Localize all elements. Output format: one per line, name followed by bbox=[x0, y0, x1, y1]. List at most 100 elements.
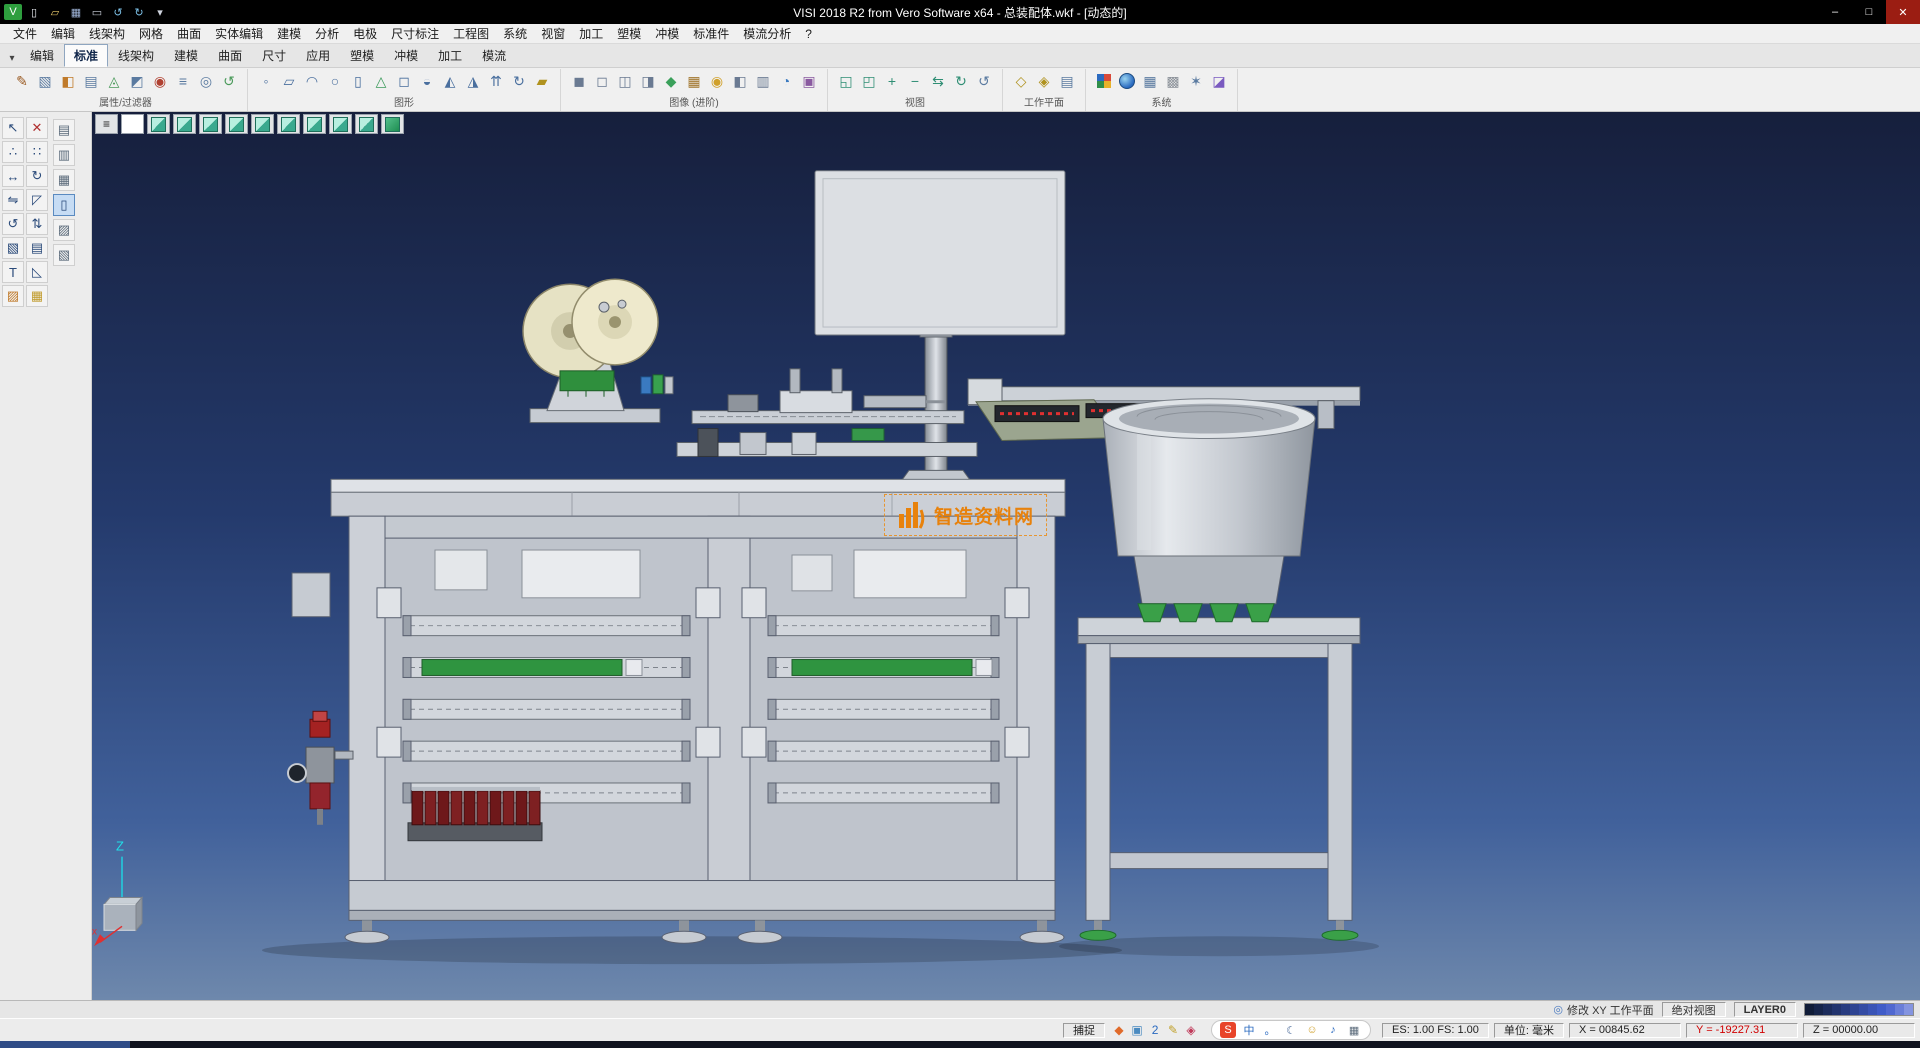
tab-modeling[interactable]: 建模 bbox=[164, 44, 208, 67]
ime-microphone-icon[interactable]: ♪ bbox=[1325, 1022, 1341, 1038]
left-view-cube-icon[interactable] bbox=[225, 114, 248, 134]
overlay-clip-icon[interactable]: ▧ bbox=[53, 244, 75, 266]
curvature-analysis-icon[interactable]: ◔ bbox=[776, 71, 796, 91]
revolve-entity-icon[interactable]: ↻ bbox=[509, 71, 529, 91]
menu-item-window[interactable]: 视窗 bbox=[534, 25, 572, 42]
hiddenline-render-icon[interactable]: ◫ bbox=[615, 71, 635, 91]
notes2-tray-icon[interactable]: 2 bbox=[1146, 1021, 1164, 1039]
point-entity-icon[interactable]: ◦ bbox=[256, 71, 276, 91]
layer-filter-icon[interactable]: ▤ bbox=[81, 71, 101, 91]
workplane-manager-icon[interactable]: ▤ bbox=[1057, 71, 1077, 91]
reset-filter-icon[interactable]: ↺ bbox=[219, 71, 239, 91]
mirror-icon[interactable]: ⇋ bbox=[2, 189, 24, 211]
menu-item-moldflow[interactable]: 模流分析 bbox=[736, 25, 798, 42]
menu-item-edit[interactable]: 编辑 bbox=[44, 25, 82, 42]
palette-icon[interactable]: ▨ bbox=[2, 285, 24, 307]
rotate-view-icon[interactable]: ↻ bbox=[951, 71, 971, 91]
tab-mold[interactable]: 塑模 bbox=[340, 44, 384, 67]
flame-tray-icon[interactable]: ◆ bbox=[1110, 1021, 1128, 1039]
template-icon[interactable]: ▦ bbox=[26, 285, 48, 307]
menu-item-die[interactable]: 冲模 bbox=[648, 25, 686, 42]
zoom-in-icon[interactable]: + bbox=[882, 71, 902, 91]
overlay-plane-icon[interactable]: ▤ bbox=[53, 119, 75, 141]
ime-keyboard-icon[interactable]: ▦ bbox=[1346, 1022, 1362, 1038]
menu-item-solid-edit[interactable]: 实体编辑 bbox=[208, 25, 270, 42]
section-icon[interactable]: ◧ bbox=[730, 71, 750, 91]
render-style-icon[interactable] bbox=[121, 114, 144, 134]
wedge-entity-icon[interactable]: ◮ bbox=[463, 71, 483, 91]
save-icon[interactable]: ▦ bbox=[67, 4, 85, 20]
dimetric-view-cube-icon[interactable] bbox=[329, 114, 352, 134]
prism-entity-icon[interactable]: ◭ bbox=[440, 71, 460, 91]
attribute-copy-icon[interactable]: ▧ bbox=[35, 71, 55, 91]
capture-image-icon[interactable]: ▣ bbox=[799, 71, 819, 91]
entity-filter-icon[interactable]: ◬ bbox=[104, 71, 124, 91]
menu-item-drawing[interactable]: 工程图 bbox=[446, 25, 496, 42]
cylinder-entity-icon[interactable]: ▯ bbox=[348, 71, 368, 91]
shaded-view-cube-icon[interactable] bbox=[381, 114, 404, 134]
undo-icon[interactable]: ↺ bbox=[109, 4, 127, 20]
menu-item-mesh[interactable]: 网格 bbox=[132, 25, 170, 42]
zebra-analysis-icon[interactable]: ▥ bbox=[753, 71, 773, 91]
menu-item-help[interactable]: ? bbox=[798, 27, 819, 41]
tab-overflow-arrow-icon[interactable]: ▾ bbox=[4, 53, 20, 67]
trimetric-view-cube-icon[interactable] bbox=[355, 114, 378, 134]
system-render-icon[interactable]: ◪ bbox=[1209, 71, 1229, 91]
system-globe-icon[interactable] bbox=[1117, 71, 1137, 91]
attribute-brush-icon[interactable]: ✎ bbox=[12, 71, 32, 91]
menu-item-file[interactable]: 文件 bbox=[6, 25, 44, 42]
delete-icon[interactable]: ✕ bbox=[26, 117, 48, 139]
box-entity-icon[interactable]: ◻ bbox=[394, 71, 414, 91]
workplane-xy-icon[interactable]: ◇ bbox=[1011, 71, 1031, 91]
zoom-extents-icon[interactable]: ◱ bbox=[836, 71, 856, 91]
ime-emoji-icon[interactable]: ☺ bbox=[1304, 1022, 1320, 1038]
text-icon[interactable]: T bbox=[2, 261, 24, 283]
shaded-render-icon[interactable]: ◼ bbox=[569, 71, 589, 91]
snap-point-icon[interactable]: ∴ bbox=[2, 141, 24, 163]
visibility-filter-icon[interactable]: ◎ bbox=[196, 71, 216, 91]
pan-icon[interactable]: ⇅ bbox=[26, 213, 48, 235]
color-filter-icon[interactable]: ◧ bbox=[58, 71, 78, 91]
workplane-align-icon[interactable]: ◈ bbox=[1034, 71, 1054, 91]
viewport-3d[interactable]: Z x ≡ 智造资料网 bbox=[92, 112, 1920, 1000]
menu-item-analysis[interactable]: 分析 bbox=[308, 25, 346, 42]
bottom-view-cube-icon[interactable] bbox=[277, 114, 300, 134]
dynamic-rotate-icon[interactable]: ↺ bbox=[2, 213, 24, 235]
selection-filter-icon[interactable]: ◩ bbox=[127, 71, 147, 91]
ime-punctuation-icon[interactable]: 。 bbox=[1262, 1022, 1278, 1038]
previous-view-icon[interactable]: ↺ bbox=[974, 71, 994, 91]
tab-application[interactable]: 应用 bbox=[296, 44, 340, 67]
zoom-out-icon[interactable]: − bbox=[905, 71, 925, 91]
wireframe-render-icon[interactable]: ◻ bbox=[592, 71, 612, 91]
system-checker-icon[interactable]: ▩ bbox=[1163, 71, 1183, 91]
menu-item-modeling[interactable]: 建模 bbox=[270, 25, 308, 42]
redo-icon[interactable]: ↻ bbox=[130, 4, 148, 20]
line-entity-icon[interactable]: ▱ bbox=[279, 71, 299, 91]
back-view-cube-icon[interactable] bbox=[199, 114, 222, 134]
highlight-filter-icon[interactable]: ◉ bbox=[150, 71, 170, 91]
top-view-cube-icon[interactable] bbox=[147, 114, 170, 134]
visi-logo[interactable]: V bbox=[4, 4, 22, 20]
tab-moldflow[interactable]: 模流 bbox=[472, 44, 516, 67]
transparency-render-icon[interactable]: ◨ bbox=[638, 71, 658, 91]
tab-edit[interactable]: 编辑 bbox=[20, 44, 64, 67]
snap-toggle[interactable]: 捕捉 bbox=[1063, 1023, 1105, 1038]
menu-item-electrode[interactable]: 电极 bbox=[346, 25, 384, 42]
zoom-window-icon[interactable]: ◰ bbox=[859, 71, 879, 91]
restore-button[interactable]: □ bbox=[1852, 0, 1886, 24]
isometric-view-cube-icon[interactable] bbox=[303, 114, 326, 134]
toolbar-options-arrow-icon[interactable]: ▾ bbox=[151, 4, 169, 20]
system-settings-icon[interactable]: ✶ bbox=[1186, 71, 1206, 91]
menu-item-system[interactable]: 系统 bbox=[496, 25, 534, 42]
close-button[interactable]: ✕ bbox=[1886, 0, 1920, 24]
front-view-cube-icon[interactable] bbox=[173, 114, 196, 134]
extrude-entity-icon[interactable]: ⇈ bbox=[486, 71, 506, 91]
view-mode-indicator[interactable]: 绝对视图 bbox=[1662, 1002, 1726, 1017]
active-layer-indicator[interactable]: LAYER0 bbox=[1734, 1002, 1796, 1017]
cone-entity-icon[interactable]: △ bbox=[371, 71, 391, 91]
ime-chinese-icon[interactable]: 中 bbox=[1241, 1022, 1257, 1038]
linetype-filter-icon[interactable]: ≡ bbox=[173, 71, 193, 91]
gallery-tray-icon[interactable]: ▣ bbox=[1128, 1021, 1146, 1039]
select-cursor-icon[interactable]: ↖ bbox=[2, 117, 24, 139]
viewport-menu-icon[interactable]: ≡ bbox=[95, 114, 118, 134]
